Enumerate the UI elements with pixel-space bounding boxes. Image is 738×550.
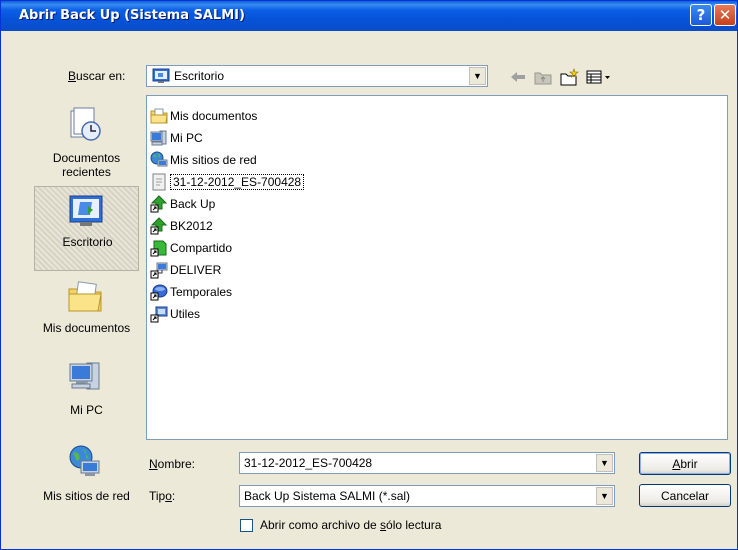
cancel-button-label: Cancelar	[660, 488, 710, 503]
file-name: Mi PC	[170, 131, 203, 145]
file-name: BK2012	[170, 219, 213, 233]
open-button[interactable]: Abrir	[639, 452, 731, 475]
list-item[interactable]: BK2012	[150, 216, 213, 236]
shortcut-blue-icon	[150, 306, 168, 323]
my-documents-icon	[68, 281, 102, 312]
place-recent[interactable]: Documentos recientes	[34, 95, 139, 180]
desktop-icon	[152, 68, 170, 83]
shortcut-app-icon	[150, 217, 168, 235]
network-places-icon	[69, 445, 100, 476]
list-item[interactable]: Mis sitios de red	[150, 150, 257, 170]
help-button[interactable]: ?	[690, 4, 712, 26]
readonly-label: Abrir como archivo de sólo lectura	[260, 518, 442, 532]
place-label: Mi PC	[70, 403, 103, 417]
places-bar: Documentos recientes Escritorio Mis docu…	[34, 95, 139, 527]
filetype-value: Back Up Sistema SALMI (*.sal)	[244, 489, 411, 503]
lookin-value: Escritorio	[174, 69, 225, 83]
list-item[interactable]: Utiles	[150, 304, 200, 324]
view-menu-button[interactable]	[585, 68, 613, 86]
open-dialog: Abrir Back Up (Sistema SALMI) ? ✕ Buscar…	[0, 0, 738, 550]
file-icon	[152, 173, 166, 191]
filename-dropdown-button[interactable]: ▼	[596, 454, 613, 472]
recent-documents-icon	[70, 107, 101, 141]
lookin-combo[interactable]: Escritorio ▼	[146, 65, 488, 87]
view-menu-icon	[586, 70, 610, 84]
list-item[interactable]: Temporales	[150, 282, 232, 302]
place-mypc[interactable]: Mi PC	[34, 357, 139, 442]
filetype-select[interactable]: Back Up Sistema SALMI (*.sal) ▼	[239, 485, 615, 507]
my-computer-icon	[69, 362, 100, 390]
file-name: DELIVER	[170, 263, 222, 277]
place-label: Documentos recientes	[52, 151, 121, 179]
file-name: Compartido	[170, 241, 233, 255]
file-name: Utiles	[170, 307, 201, 321]
title-bar[interactable]: Abrir Back Up (Sistema SALMI) ? ✕	[1, 1, 737, 31]
file-name: Back Up	[170, 197, 216, 211]
lookin-dropdown-button[interactable]: ▼	[469, 67, 486, 85]
up-folder-button[interactable]	[533, 68, 553, 86]
place-label: Mis sitios de red	[43, 489, 130, 503]
chevron-down-icon: ▼	[473, 71, 482, 81]
list-item[interactable]: Back Up	[150, 194, 215, 214]
filetype-label: Tipo:	[149, 489, 176, 503]
filetype-dropdown-button[interactable]: ▼	[596, 487, 613, 505]
chevron-down-icon: ▼	[600, 458, 609, 468]
place-label: Mis documentos	[42, 321, 131, 335]
close-button[interactable]: ✕	[714, 4, 736, 26]
network-icon	[150, 151, 168, 167]
shortcut-green-icon	[150, 240, 167, 257]
up-folder-icon	[534, 72, 552, 85]
list-item[interactable]: Mis documentos	[150, 106, 257, 126]
window-title: Abrir Back Up (Sistema SALMI)	[19, 8, 245, 23]
readonly-checkbox[interactable]	[240, 519, 253, 532]
new-folder-button[interactable]	[559, 68, 581, 86]
close-icon: ✕	[718, 6, 732, 24]
list-item[interactable]: Mi PC	[150, 128, 203, 148]
filename-input[interactable]: 31-12-2012_ES-700428 ▼	[239, 452, 615, 474]
list-item-selected[interactable]: 31-12-2012_ES-700428	[150, 172, 305, 192]
help-icon: ?	[696, 6, 706, 24]
filename-value: 31-12-2012_ES-700428	[244, 456, 373, 470]
folder-documents-icon	[150, 108, 168, 124]
back-button[interactable]	[509, 68, 527, 86]
file-name: 31-12-2012_ES-700428	[170, 174, 305, 190]
new-folder-icon	[560, 68, 579, 86]
place-network[interactable]: Mis sitios de red	[34, 441, 139, 526]
back-arrow-icon	[511, 72, 525, 82]
filename-label: Nombre:	[149, 457, 196, 471]
file-name: Temporales	[170, 285, 233, 299]
lookin-label: Buscar en:	[68, 69, 126, 83]
open-button-label: Abrir	[672, 456, 698, 471]
file-name: Mis documentos	[170, 109, 258, 123]
chevron-down-icon: ▼	[600, 491, 609, 501]
shortcut-app-icon	[150, 195, 168, 213]
place-desktop[interactable]: Escritorio	[34, 186, 139, 271]
list-item[interactable]: DELIVER	[150, 260, 221, 280]
place-mydocs[interactable]: Mis documentos	[34, 275, 139, 360]
cancel-button[interactable]: Cancelar	[639, 484, 731, 507]
file-list[interactable]: Mis documentos Mi PC Mis sitios de red 3…	[146, 95, 728, 440]
file-name: Mis sitios de red	[170, 153, 257, 167]
shortcut-network-icon	[150, 262, 168, 279]
computer-icon	[150, 130, 167, 146]
list-item[interactable]: Compartido	[150, 238, 232, 258]
shortcut-drive-icon	[150, 284, 168, 301]
place-label: Escritorio	[62, 235, 113, 249]
desktop-icon	[69, 195, 103, 226]
